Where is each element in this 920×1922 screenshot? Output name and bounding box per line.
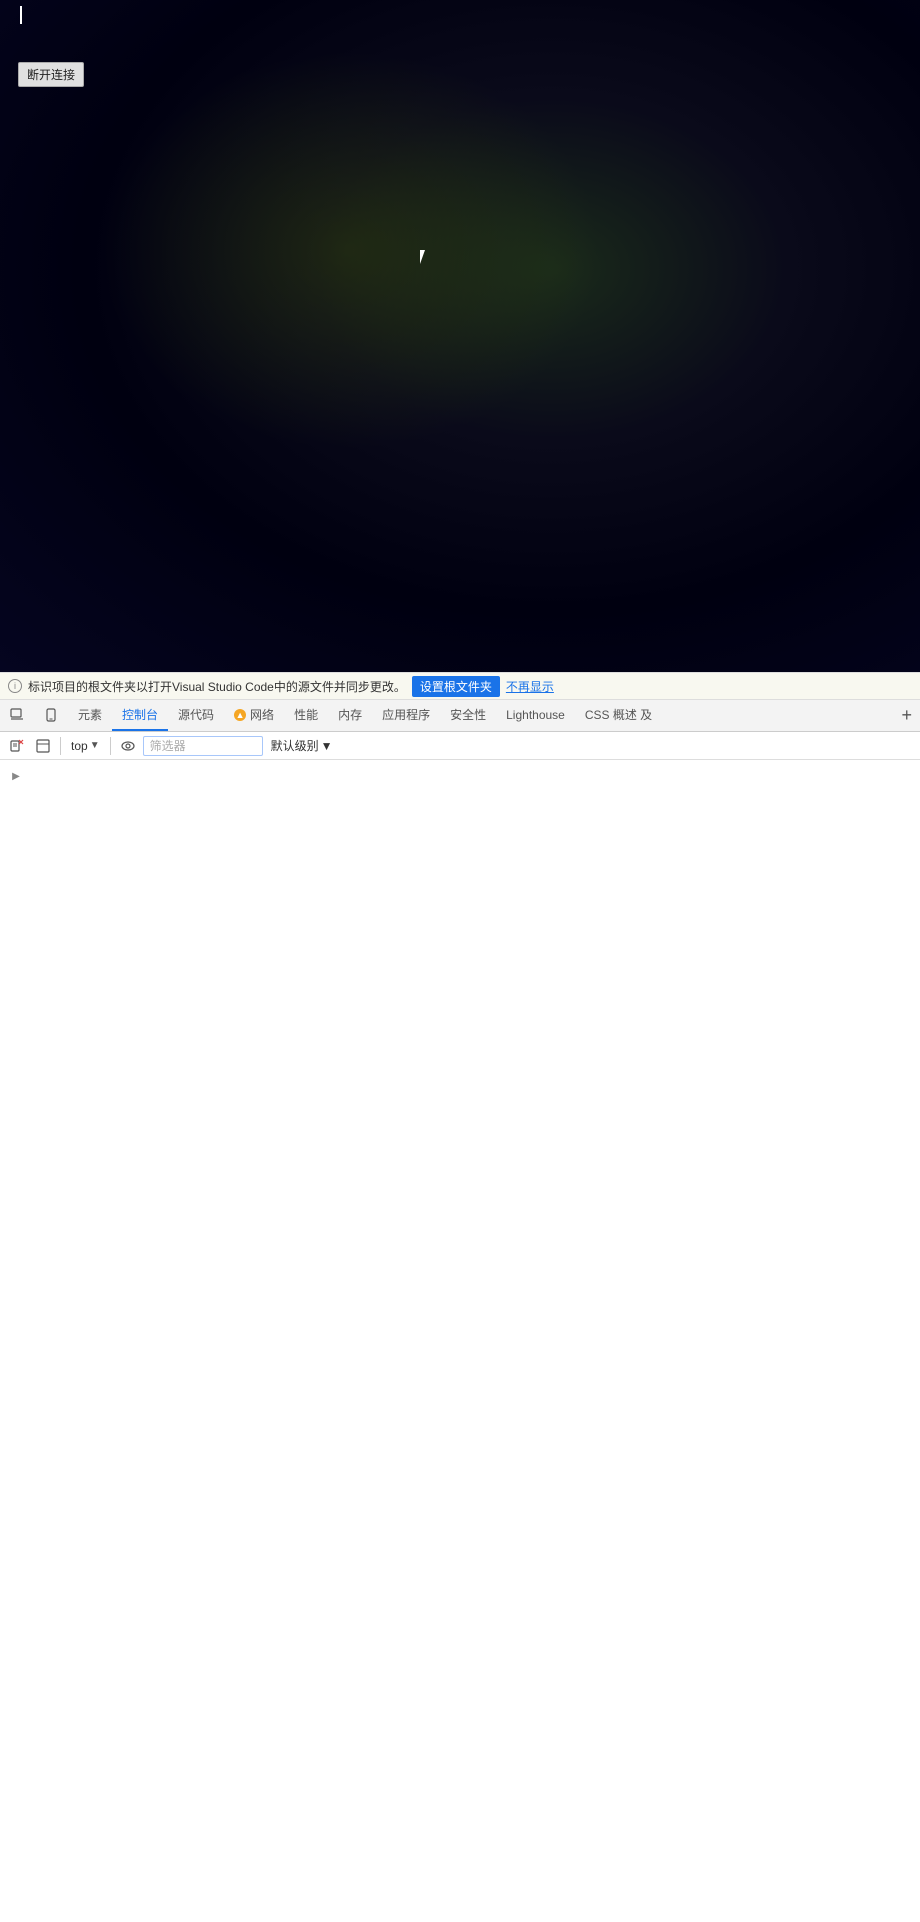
tab-memory[interactable]: 内存 [328,700,372,731]
tab-sources-label: 源代码 [178,706,214,723]
tab-security-label: 安全性 [450,706,486,723]
tab-network[interactable]: ▲ 网络 [224,700,284,731]
context-selector[interactable]: top ▼ [67,737,104,755]
toolbar-separator-1 [60,737,61,755]
info-icon: i [8,679,22,693]
console-row[interactable]: ▶ [0,764,920,788]
more-tabs-button[interactable]: + [893,700,920,731]
tab-performance-label: 性能 [294,706,318,723]
tab-lighthouse[interactable]: Lighthouse [496,700,575,731]
tab-console-label: 控制台 [122,706,158,723]
context-label: top [71,739,88,753]
tab-application-label: 应用程序 [382,706,430,723]
clear-icon [10,739,24,753]
level-label: 默认级别 [271,737,319,754]
tab-network-label: 网络 [250,706,274,723]
device-icon [44,708,58,722]
tab-css-overview-label: CSS 概述 及 [585,706,652,723]
level-selector[interactable]: 默认级别 ▼ [267,735,337,756]
filter-input[interactable] [143,736,263,756]
tab-console[interactable]: 控制台 [112,700,168,731]
tab-device[interactable] [34,700,68,731]
context-chevron-icon: ▼ [90,740,100,751]
tab-css-overview[interactable]: CSS 概述 及 [575,700,662,731]
tab-memory-label: 内存 [338,706,362,723]
dismiss-button[interactable]: 不再显示 [506,678,554,695]
network-warning-icon: ▲ [234,709,246,721]
info-bar: i 标识项目的根文件夹以打开Visual Studio Code中的源文件并同步… [0,672,920,700]
disconnect-button[interactable]: 断开连接 [18,62,84,87]
toolbar-separator-2 [110,737,111,755]
viewport: 断开连接 [0,0,920,672]
inspect-icon [10,708,24,722]
clear-console-button[interactable] [6,735,28,757]
expand-arrow-icon[interactable]: ▶ [8,768,24,784]
eye-icon [121,740,135,752]
mouse-cursor [420,250,432,268]
tab-security[interactable]: 安全性 [440,700,496,731]
info-bar-text: 标识项目的根文件夹以打开Visual Studio Code中的源文件并同步更改… [28,678,406,695]
expand-icon [36,739,50,753]
tab-spacer [662,700,893,731]
tab-sources[interactable]: 源代码 [168,700,224,731]
devtools-tab-bar: 元素 控制台 源代码 ▲ 网络 性能 内存 应用程序 安全性 Lighthous… [0,700,920,732]
console-toolbar: top ▼ 默认级别 ▼ [0,732,920,760]
text-cursor [20,6,22,24]
console-content: ▶ [0,760,920,1322]
expand-console-button[interactable] [32,735,54,757]
tab-elements[interactable]: 元素 [68,700,112,731]
tab-inspect[interactable] [0,700,34,731]
tab-application[interactable]: 应用程序 [372,700,440,731]
tab-performance[interactable]: 性能 [284,700,328,731]
level-chevron-icon: ▼ [321,739,333,753]
setup-root-folder-button[interactable]: 设置根文件夹 [412,676,500,697]
tab-elements-label: 元素 [78,706,102,723]
tab-lighthouse-label: Lighthouse [506,708,565,722]
empty-console-area [0,1322,920,1922]
eye-button[interactable] [117,735,139,757]
